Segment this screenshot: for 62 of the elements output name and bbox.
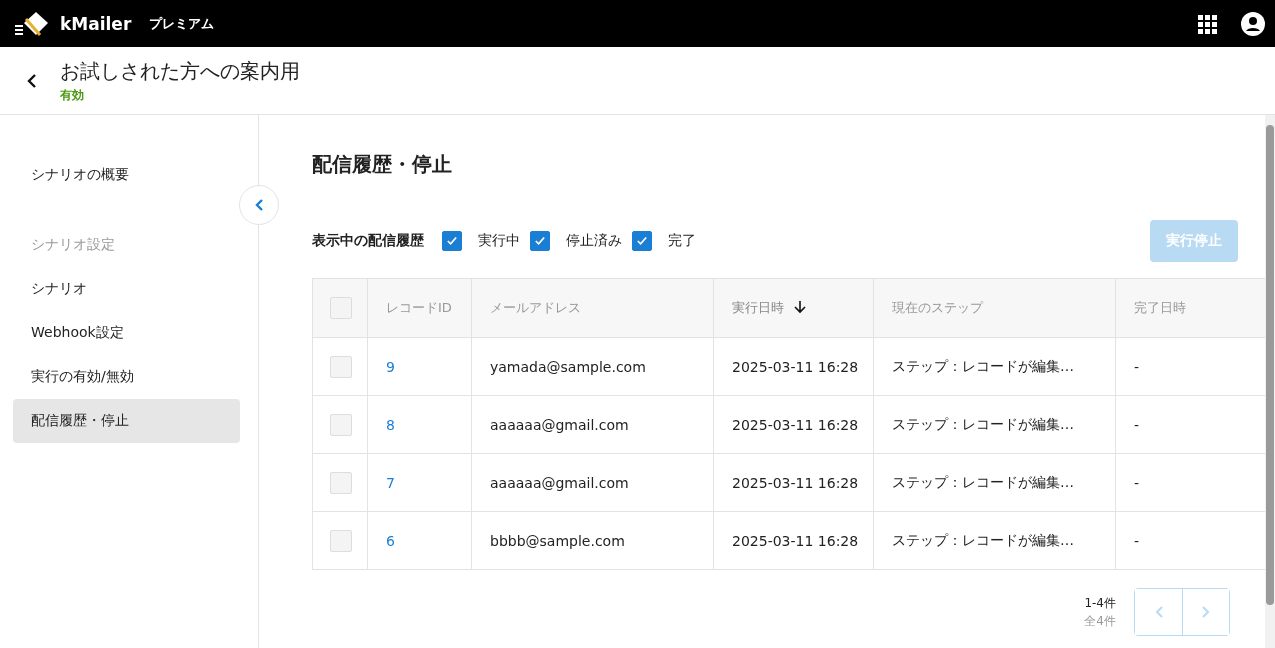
chevron-left-icon — [254, 198, 264, 212]
table-cell: - — [1134, 358, 1140, 375]
column-header[interactable]: 現在のステップ — [873, 278, 1116, 338]
record-id-link[interactable]: 8 — [386, 416, 395, 433]
table-cell: 2025-03-11 16:28 — [732, 416, 859, 433]
filter-checkbox[interactable] — [530, 231, 550, 251]
filter-label: 表示中の配信履歴 — [312, 232, 424, 250]
chevron-left-icon — [1153, 605, 1164, 619]
column-header[interactable]: レコードID — [367, 278, 472, 338]
sidebar-item[interactable]: シナリオ — [13, 267, 240, 311]
record-id-link[interactable]: 9 — [386, 358, 395, 375]
scrollbar[interactable] — [1265, 115, 1275, 648]
page-heading: 配信履歴・停止 — [312, 151, 453, 178]
plan-label: プレミアム — [149, 14, 215, 33]
chevron-right-icon — [1201, 605, 1211, 619]
record-id-link[interactable]: 6 — [386, 532, 395, 549]
sidebar-item[interactable]: Webhook設定 — [13, 311, 240, 355]
row-checkbox[interactable] — [330, 413, 352, 436]
total-count: 全4件 — [1084, 613, 1116, 630]
table-cell: aaaaaa@gmail.com — [490, 416, 629, 433]
row-checkbox[interactable] — [330, 529, 352, 552]
row-checkbox[interactable] — [330, 471, 352, 494]
sidebar-item[interactable]: シナリオの概要 — [13, 153, 240, 197]
table-cell: 2025-03-11 16:28 — [732, 474, 859, 491]
filter-option-label: 停止済み — [566, 232, 622, 250]
filter-checkbox[interactable] — [632, 231, 652, 251]
page-range: 1-4件 — [1084, 595, 1116, 612]
table-cell: ステップ：レコードが編集… — [892, 415, 1074, 432]
table-cell: 2025-03-11 16:28 — [732, 532, 859, 549]
table-cell: ステップ：レコードが編集… — [892, 531, 1074, 548]
filter-option-label: 実行中 — [478, 232, 520, 250]
table-cell: bbbb@sample.com — [490, 532, 625, 549]
filter-checkbox[interactable] — [442, 231, 462, 251]
scenario-title: お試しされた方への案内用 — [60, 57, 300, 85]
table-cell: ステップ：レコードが編集… — [892, 357, 1074, 374]
sort-down-arrow-icon[interactable] — [794, 300, 806, 314]
table-cell: yamada@sample.com — [490, 358, 646, 375]
account-icon[interactable] — [1241, 11, 1265, 36]
table-cell: - — [1134, 532, 1140, 549]
table-cell: - — [1134, 474, 1140, 491]
table-cell: - — [1134, 416, 1140, 433]
column-header[interactable]: メールアドレス — [471, 278, 714, 338]
row-checkbox[interactable] — [330, 355, 352, 378]
filter-option-label: 完了 — [668, 232, 696, 250]
record-id-link[interactable]: 7 — [386, 474, 395, 491]
checkmark-icon — [635, 234, 649, 248]
checkmark-icon — [445, 234, 459, 248]
next-page-button[interactable] — [1182, 589, 1229, 635]
table-cell: ステップ：レコードが編集… — [892, 473, 1074, 490]
collapse-sidebar-button[interactable] — [239, 185, 279, 225]
checkmark-icon — [533, 234, 547, 248]
status-label: 有効 — [60, 86, 85, 104]
column-header[interactable]: 完了日時 — [1115, 278, 1265, 338]
sidebar-item[interactable]: 実行の有効/無効 — [13, 355, 240, 399]
brand-name: kMailer — [60, 13, 132, 34]
column-header[interactable]: 実行日時 — [713, 278, 874, 338]
table-cell: 2025-03-11 16:28 — [732, 358, 859, 375]
sidebar-item[interactable]: 配信履歴・停止 — [13, 399, 240, 443]
apps-grid-icon[interactable] — [1197, 13, 1217, 34]
select-all-checkbox[interactable] — [330, 297, 352, 319]
table-cell: aaaaaa@gmail.com — [490, 474, 629, 491]
nav-section-heading: シナリオ設定 — [30, 235, 116, 254]
